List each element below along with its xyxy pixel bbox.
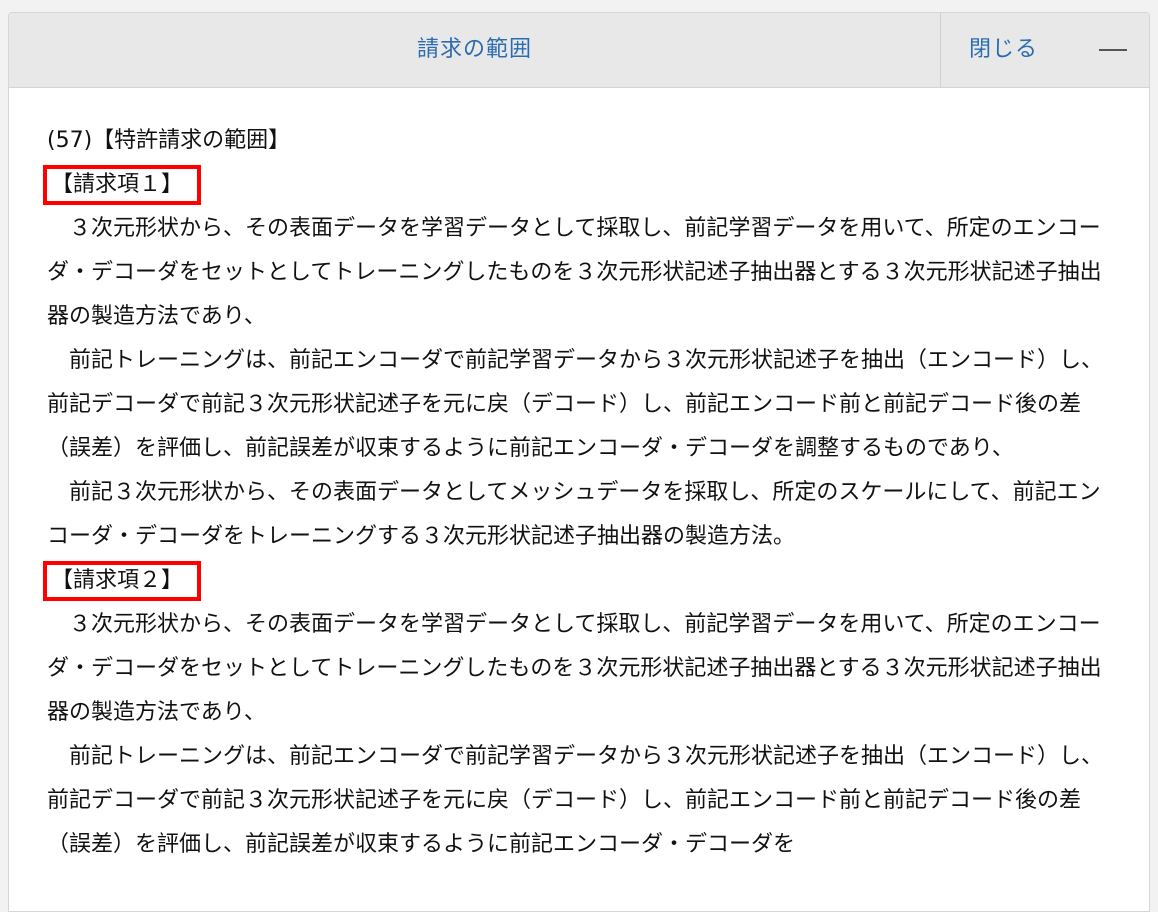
claims-content: (57)【特許請求の範囲】 【請求項１】 ３次元形状から、その表面データを学習デ… (43, 119, 1117, 867)
claim-paragraph: 前記トレーニングは、前記エンコーダで前記学習データから３次元形状記述子を抽出（エ… (47, 348, 1104, 461)
claim-2: 【請求項２】 (43, 559, 1117, 603)
panel-header: 請求の範囲 閉じる (9, 13, 1149, 88)
claims-panel: 請求の範囲 閉じる (57)【特許請求の範囲】 【請求項１】 ３次元形状から、そ… (8, 12, 1150, 912)
close-button[interactable]: 閉じる (969, 13, 1038, 87)
panel-title[interactable]: 請求の範囲 (9, 13, 940, 87)
section-heading: (57)【特許請求の範囲】 (47, 128, 291, 153)
claim-label: 【請求項２】 (43, 561, 202, 601)
header-divider (940, 13, 941, 87)
claim-paragraph: ３次元形状から、その表面データを学習データとして採取し、前記学習データを用いて、… (47, 216, 1102, 329)
claim-1: 【請求項１】 (43, 163, 1117, 207)
minimize-icon[interactable] (1099, 49, 1127, 51)
claim-label: 【請求項１】 (43, 165, 202, 205)
claim-paragraph: 前記トレーニングは、前記エンコーダで前記学習データから３次元形状記述子を抽出（エ… (47, 744, 1104, 857)
claim-paragraph: 前記３次元形状から、その表面データとしてメッシュデータを採取し、所定のスケールに… (47, 480, 1101, 549)
claim-paragraph: ３次元形状から、その表面データを学習データとして採取し、前記学習データを用いて、… (47, 612, 1102, 725)
